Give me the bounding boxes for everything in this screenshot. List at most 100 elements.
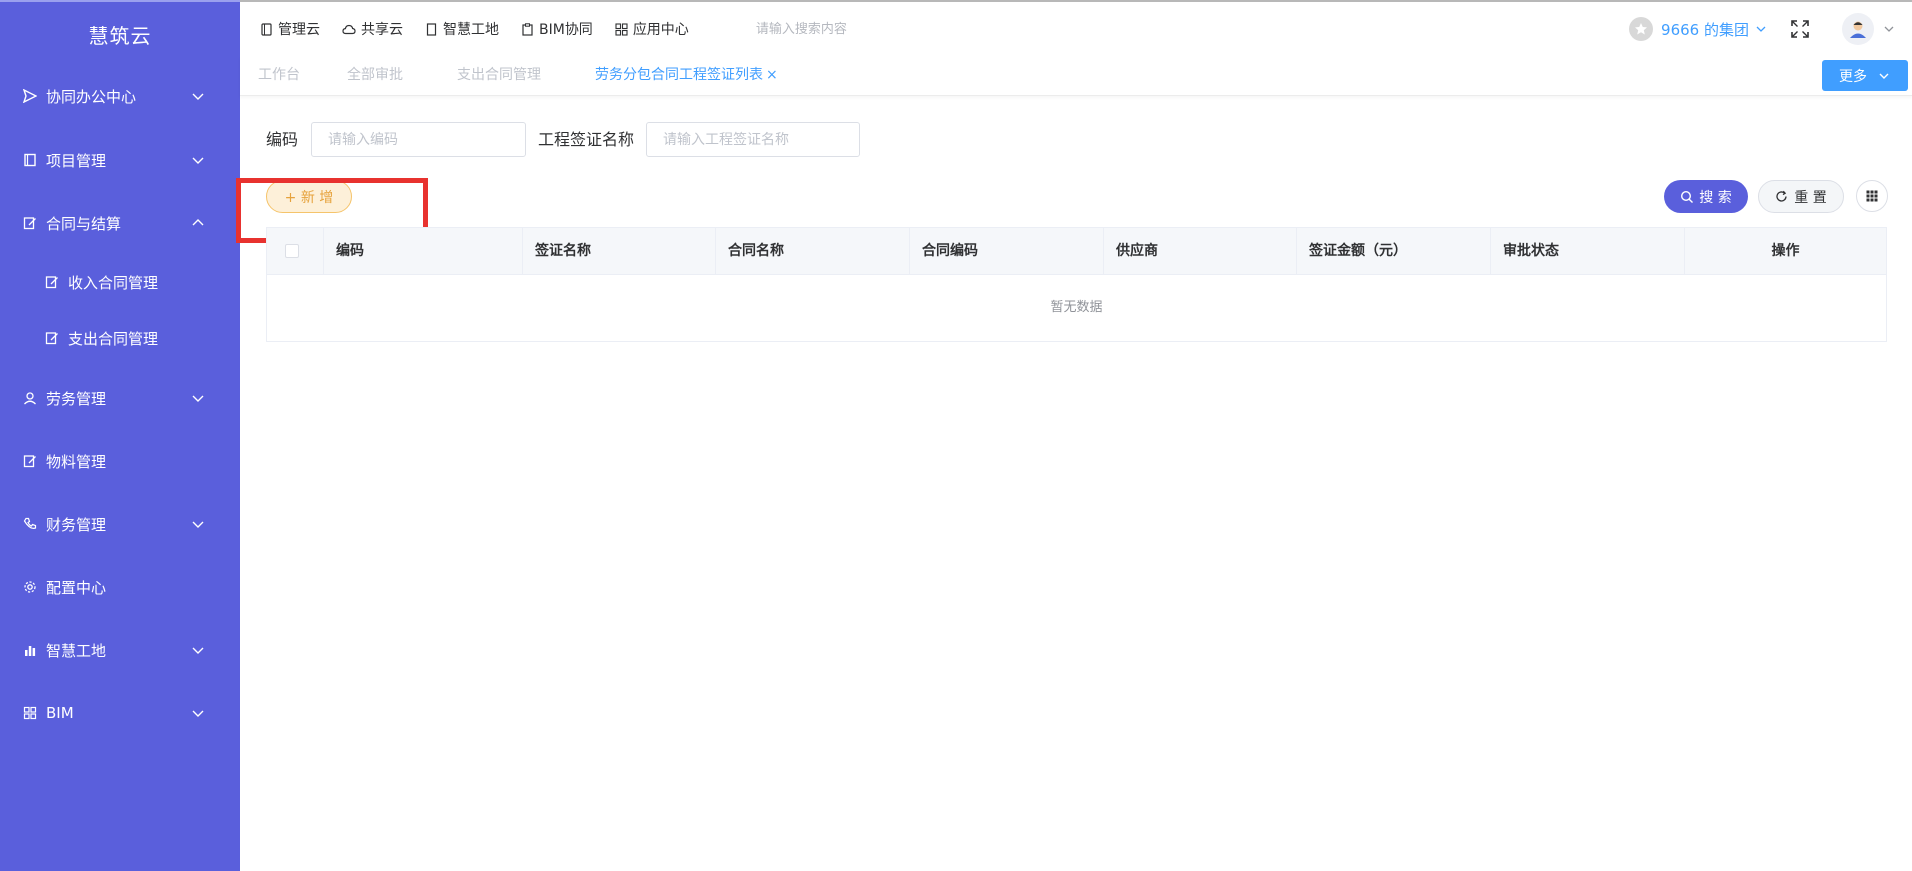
sidebar-item-label: 合同与结算 [46, 214, 122, 233]
app-logo: 慧筑云 [88, 23, 152, 48]
chevron-down-icon [192, 710, 204, 717]
chevron-down-icon [192, 647, 204, 654]
topnav-item-management-cloud[interactable]: 管理云 [260, 19, 320, 39]
chevron-up-icon [192, 219, 204, 226]
topnav-label: BIM协同 [539, 22, 593, 38]
topnav-item-bim-collab[interactable]: BIM协同 [521, 19, 593, 39]
reset-label: 重 置 [1794, 189, 1827, 206]
user-avatar[interactable] [1842, 13, 1874, 45]
book-icon [22, 152, 38, 168]
sidebar-item-contract-settlement[interactable]: 合同与结算 [0, 199, 240, 247]
sidebar-item-label: 配置中心 [46, 578, 107, 597]
empty-state-text: 暂无数据 [1050, 300, 1103, 315]
org-badge-icon [1629, 17, 1654, 41]
tab-all-approvals[interactable]: 全部审批 [347, 56, 403, 96]
clipboard-icon [522, 22, 533, 36]
topnav-item-shared-cloud[interactable]: 共享云 [342, 19, 403, 39]
gear-icon [22, 579, 38, 595]
sidebar-item-material[interactable]: 物料管理 [0, 437, 240, 485]
apps-icon [615, 22, 628, 36]
select-all-cell [267, 228, 324, 275]
topnav-item-smart-site[interactable]: 智慧工地 [425, 19, 499, 39]
search-icon [1681, 190, 1694, 203]
chevron-down-icon[interactable] [1882, 22, 1896, 36]
topnav-label: 共享云 [361, 22, 403, 38]
more-label: 更多 [1839, 68, 1867, 85]
table-header: 编码 签证名称 合同名称 合同编码 供应商 签证金额（元） 审批状态 操作 [267, 228, 1886, 275]
sidebar-item-label: 协同办公中心 [46, 87, 137, 106]
edit-icon [22, 453, 38, 469]
tab-labor-visa-list[interactable]: 劳务分包合同工程签证列表 [595, 56, 763, 96]
tab-workbench[interactable]: 工作台 [258, 56, 300, 96]
worker-icon [22, 390, 38, 406]
sidebar-item-project[interactable]: 项目管理 [0, 136, 240, 184]
visa-name-input[interactable] [646, 122, 860, 157]
sidebar-item-labor[interactable]: 劳务管理 [0, 374, 240, 422]
sidebar-item-label: 支出合同管理 [68, 329, 159, 348]
select-all-checkbox[interactable] [285, 244, 299, 258]
tablet-icon [261, 22, 272, 36]
sidebar-item-income-contract[interactable]: 收入合同管理 [0, 258, 240, 306]
topnav-item-app-center[interactable]: 应用中心 [615, 19, 689, 39]
global-search-input[interactable] [755, 14, 956, 44]
chevron-down-icon [192, 395, 204, 402]
sidebar-item-label: BIM [46, 704, 74, 722]
column-settings-button[interactable] [1856, 180, 1888, 212]
more-button[interactable]: 更多 [1822, 60, 1908, 91]
sidebar-item-collab-office[interactable]: 协同办公中心 [0, 72, 240, 120]
column-header-contract-name[interactable]: 合同名称 [716, 228, 910, 275]
add-button[interactable]: + 新 增 [266, 180, 352, 213]
cloud-icon [342, 24, 356, 34]
sidebar-item-label: 财务管理 [46, 515, 107, 534]
chevron-down-icon [192, 157, 204, 164]
send-icon [22, 88, 38, 104]
fullscreen-icon[interactable] [1790, 19, 1810, 39]
sidebar-item-bim[interactable]: BIM [0, 689, 240, 737]
column-header-actions: 操作 [1771, 243, 1800, 259]
sidebar-item-expense-contract[interactable]: 支出合同管理 [0, 314, 240, 362]
sidebar-item-config[interactable]: 配置中心 [0, 563, 240, 611]
code-input[interactable] [311, 122, 526, 157]
refresh-icon [1776, 190, 1787, 202]
topnav-label: 应用中心 [632, 22, 689, 38]
phone-icon [22, 516, 38, 532]
org-switcher[interactable]: 9666 的集团 [1629, 17, 1768, 41]
tab-expense-contract[interactable]: 支出合同管理 [457, 56, 541, 96]
header-actions: 9666 的集团 [1629, 2, 1912, 56]
grid-icon [1866, 190, 1878, 202]
user-icon [1850, 21, 1866, 38]
edit-icon [44, 274, 60, 290]
tab-close-icon[interactable]: × [766, 56, 778, 96]
chevron-down-icon [1879, 73, 1889, 79]
search-button[interactable]: 搜 索 [1664, 180, 1748, 213]
topnav-label: 智慧工地 [443, 22, 499, 38]
chevron-down-icon [192, 93, 204, 100]
column-header-supplier[interactable]: 供应商 [1104, 228, 1297, 275]
topnav-label: 管理云 [278, 22, 320, 38]
column-header-visa-amount[interactable]: 签证金额（元） [1297, 228, 1491, 275]
column-header-code[interactable]: 编码 [324, 228, 523, 275]
doc-icon [426, 22, 437, 36]
sidebar: 慧筑云 协同办公中心 项目管理 合同与结算 收入合同管理 支出合同管理 劳务管理… [0, 0, 240, 871]
top-nav: 管理云 共享云 智慧工地 BIM协同 应用中心 [240, 2, 956, 56]
org-name: 9666 的集团 [1661, 20, 1749, 39]
column-header-visa-name[interactable]: 签证名称 [523, 228, 716, 275]
tabs-bar: 工作台 全部审批 支出合同管理 劳务分包合同工程签证列表 × 更多 [240, 56, 1912, 96]
grid-icon [22, 705, 38, 721]
sidebar-item-label: 项目管理 [46, 151, 107, 170]
sidebar-item-finance[interactable]: 财务管理 [0, 500, 240, 548]
search-label: 搜 索 [1699, 189, 1732, 206]
code-label: 编码 [266, 130, 299, 149]
edit-icon [22, 215, 38, 231]
edit-icon [44, 330, 60, 346]
sidebar-item-smart-site[interactable]: 智慧工地 [0, 626, 240, 674]
bar-chart-icon [22, 642, 38, 658]
column-header-approval-status[interactable]: 审批状态 [1491, 228, 1685, 275]
sidebar-item-label: 收入合同管理 [68, 273, 159, 292]
reset-button[interactable]: 重 置 [1758, 180, 1844, 213]
chevron-down-icon [1756, 26, 1766, 32]
sidebar-item-label: 劳务管理 [46, 389, 107, 408]
visa-name-label: 工程签证名称 [538, 130, 635, 149]
sidebar-item-label: 物料管理 [46, 452, 107, 471]
column-header-contract-code[interactable]: 合同编码 [910, 228, 1104, 275]
